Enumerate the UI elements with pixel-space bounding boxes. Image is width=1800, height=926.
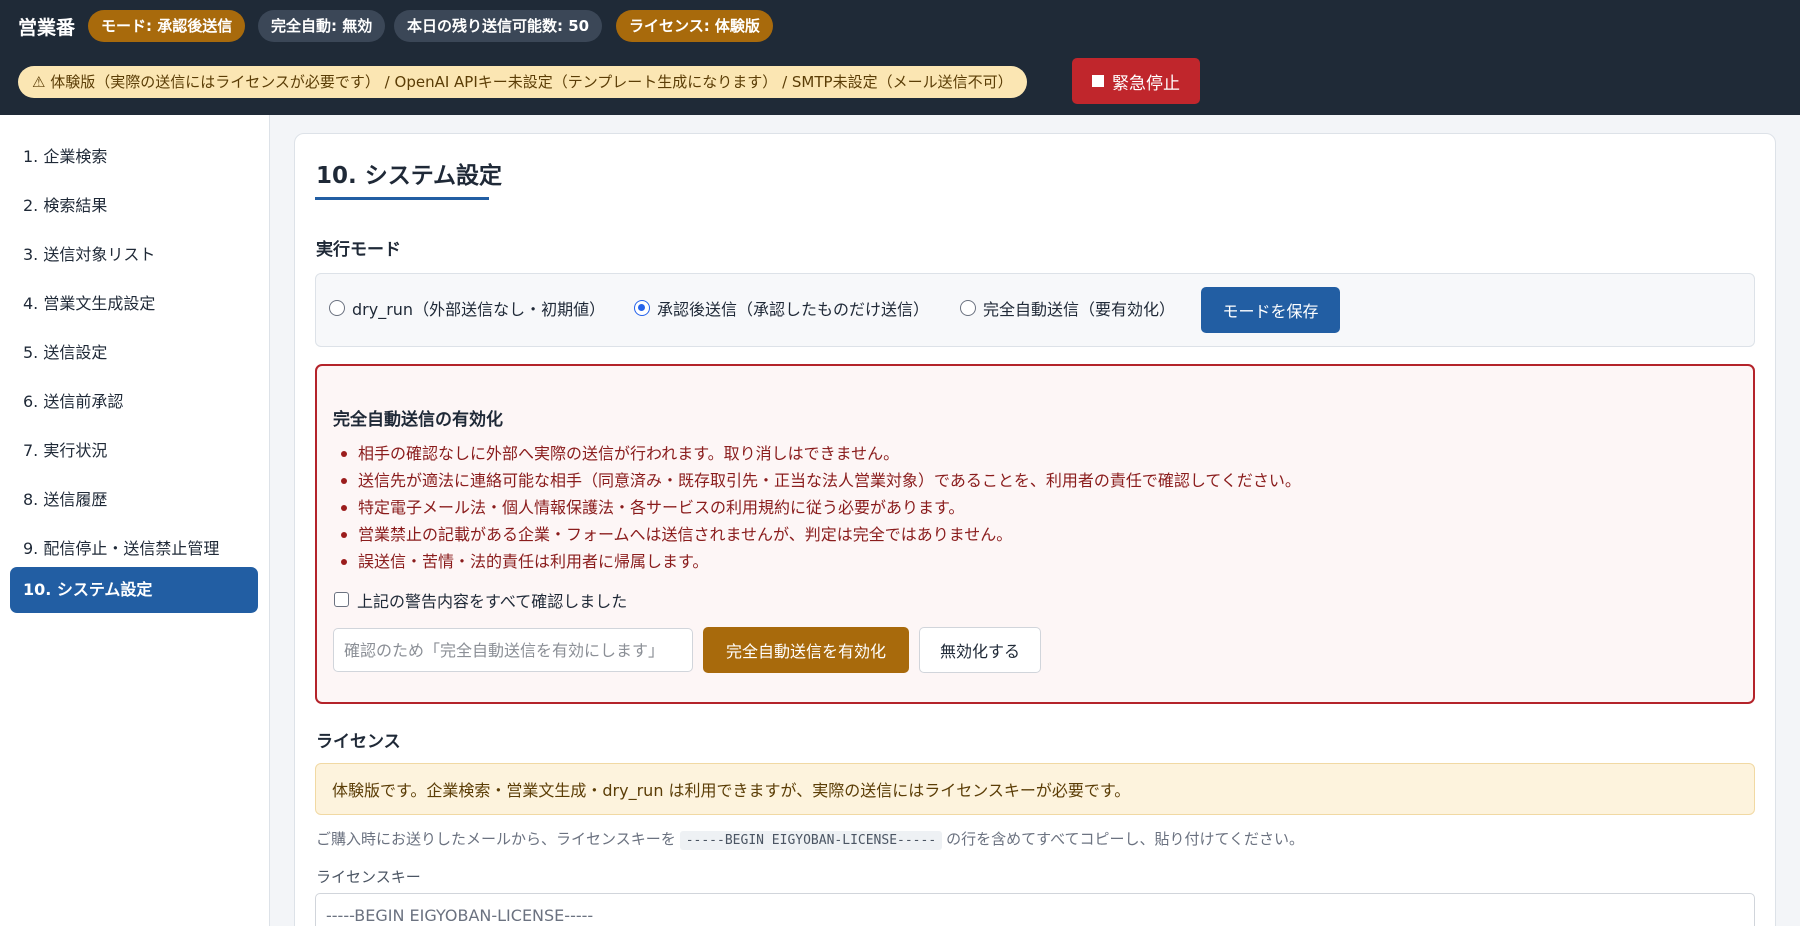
radio-dry-run-label[interactable]: dry_run（外部送信なし・初期値） <box>352 296 605 320</box>
mode-badge: モード: 承認後送信 <box>88 10 246 42</box>
sidebar-item-send-history[interactable]: 8. 送信履歴 <box>10 477 258 523</box>
app-brand: 営業番 <box>18 17 76 39</box>
sidebar-item-search-results[interactable]: 2. 検索結果 <box>10 183 258 229</box>
save-mode-button[interactable]: モードを保存 <box>1201 287 1340 333</box>
radio-approval-send[interactable] <box>634 300 650 316</box>
help-text-before: ご購入時にお送りしたメールから、ライセンスキーを <box>316 830 676 848</box>
title-underline <box>315 197 489 200</box>
auto-mode-badge: 完全自動: 無効 <box>258 10 386 42</box>
sidebar-item-system-settings[interactable]: 10. システム設定 <box>10 567 258 613</box>
sidebar-item-company-search[interactable]: 1. 企業検索 <box>10 134 258 180</box>
emergency-stop-label: 緊急停止 <box>1112 73 1180 94</box>
stop-icon <box>1092 75 1104 87</box>
radio-full-auto-label[interactable]: 完全自動送信（要有効化） <box>983 296 1175 320</box>
license-notice-text: 体験版です。企業検索・営業文生成・dry_run は利用できますが、実際の送信に… <box>332 781 1131 800</box>
remaining-sends-badge: 本日の残り送信可能数: 50 <box>394 10 603 42</box>
warning-banner: ⚠ 体験版（実際の送信にはライセンスが必要です） / OpenAI APIキー未… <box>18 66 1027 98</box>
emergency-stop-button[interactable]: 緊急停止 <box>1072 58 1200 104</box>
radio-approval-send-label[interactable]: 承認後送信（承認したものだけ送信） <box>657 296 929 320</box>
bullet-icon <box>341 559 347 565</box>
sidebar-item-unsubscribe[interactable]: 9. 配信停止・送信禁止管理 <box>10 526 258 572</box>
acknowledge-label[interactable]: 上記の警告内容をすべて確認しました <box>357 588 627 612</box>
top-bar: 営業番 モード: 承認後送信 完全自動: 無効 本日の残り送信可能数: 50 ラ… <box>0 0 1800 115</box>
sidebar-item-pre-send-approval[interactable]: 6. 送信前承認 <box>10 379 258 425</box>
radio-dry-run[interactable] <box>329 300 345 316</box>
warning-item: 誤送信・苦情・法的責任は利用者に帰属します。 <box>358 552 709 571</box>
warning-item: 送信先が適法に連絡可能な相手（同意済み・既存取引先・正当な法人営業対象）であるこ… <box>358 471 1301 490</box>
warning-item: 営業禁止の記載がある企業・フォームへは送信されませんが、判定は完全ではありません… <box>358 525 1013 544</box>
warning-item: 相手の確認なしに外部へ実際の送信が行われます。取り消しはできません。 <box>358 444 900 463</box>
disable-button[interactable]: 無効化する <box>919 627 1041 673</box>
confirmation-input[interactable] <box>333 628 693 672</box>
sidebar-item-send-settings[interactable]: 5. 送信設定 <box>10 330 258 376</box>
enable-auto-send-button[interactable]: 完全自動送信を有効化 <box>703 627 909 673</box>
bullet-icon <box>341 532 347 538</box>
sidebar: 1. 企業検索 2. 検索結果 3. 送信対象リスト 4. 営業文生成設定 5.… <box>0 115 270 926</box>
help-text-after: の行を含めてすべてコピーし、貼り付けてください。 <box>946 830 1305 848</box>
bullet-icon <box>341 478 347 484</box>
auto-send-heading: 完全自動送信の有効化 <box>333 410 503 430</box>
bullet-icon <box>341 505 347 511</box>
license-header-code: -----BEGIN EIGYOBAN-LICENSE----- <box>679 831 943 850</box>
sidebar-item-target-list[interactable]: 3. 送信対象リスト <box>10 232 258 278</box>
license-heading: ライセンス <box>316 732 401 752</box>
license-help-text: ご購入時にお送りしたメールから、ライセンスキーを -----BEGIN EIGYO… <box>316 828 1305 850</box>
sidebar-item-execution-status[interactable]: 7. 実行状況 <box>10 428 258 474</box>
acknowledge-checkbox[interactable] <box>334 592 349 607</box>
license-key-label: ライセンスキー <box>316 868 421 886</box>
license-key-input[interactable] <box>315 893 1755 926</box>
radio-full-auto[interactable] <box>960 300 976 316</box>
page-title: 10. システム設定 <box>316 163 503 189</box>
license-badge: ライセンス: 体験版 <box>616 10 773 42</box>
sidebar-item-text-generation[interactable]: 4. 営業文生成設定 <box>10 281 258 327</box>
warning-item: 特定電子メール法・個人情報保護法・各サービスの利用規約に従う必要があります。 <box>358 498 965 517</box>
mode-heading: 実行モード <box>316 240 401 260</box>
bullet-icon <box>341 451 347 457</box>
